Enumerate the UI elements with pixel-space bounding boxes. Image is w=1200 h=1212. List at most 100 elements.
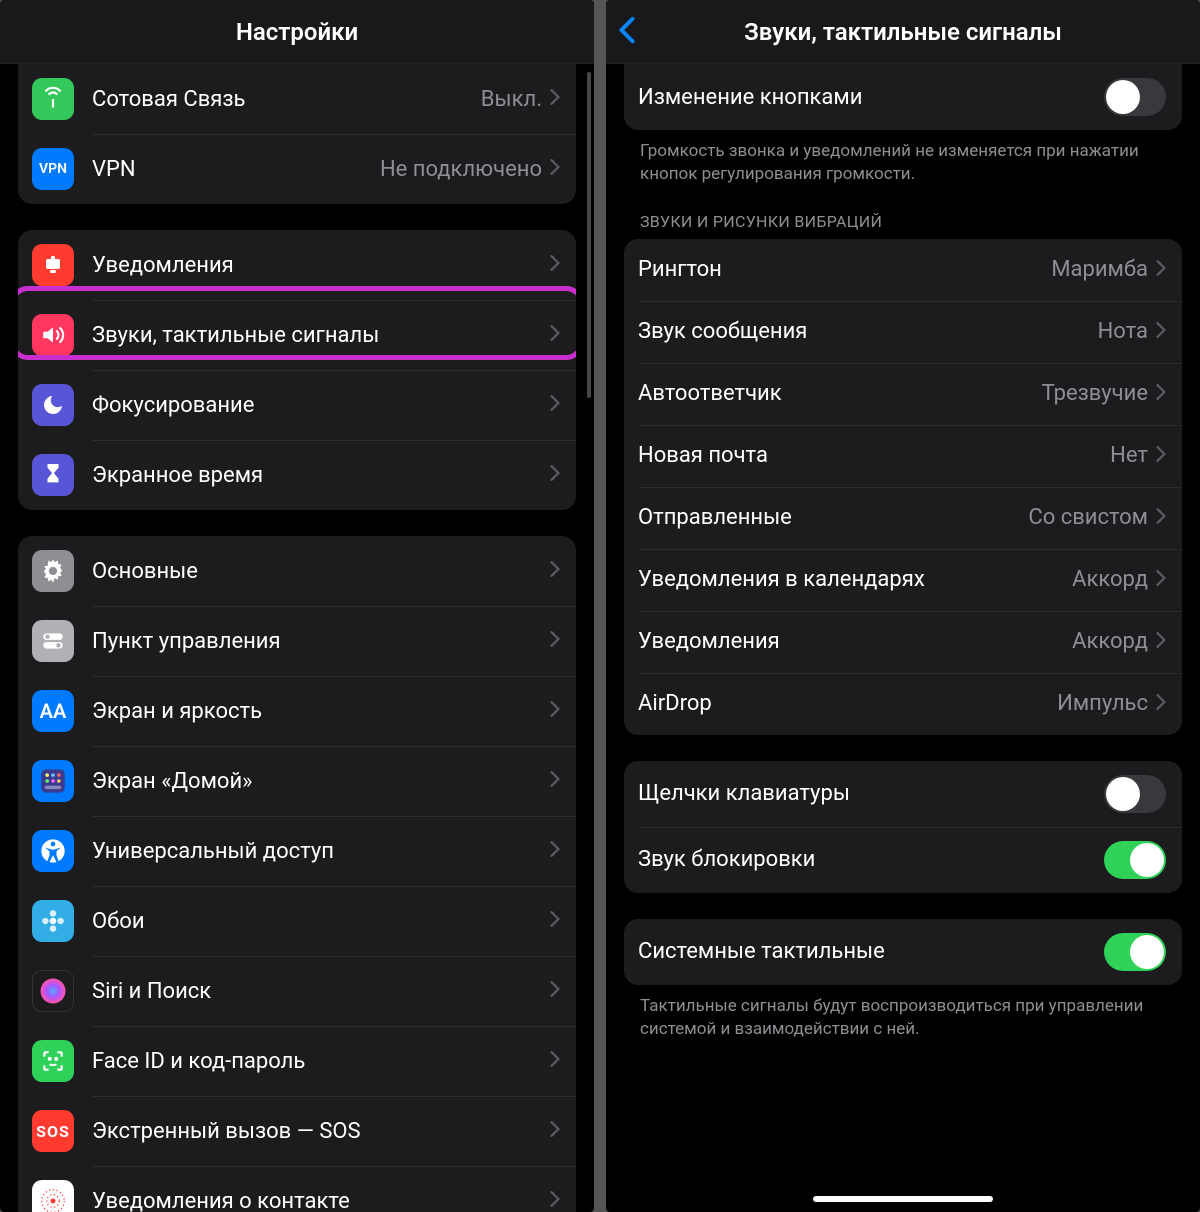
switch[interactable] xyxy=(1104,775,1166,813)
group-system-sounds: Щелчки клавиатуры Звук блокировки xyxy=(624,761,1182,893)
row-label: Отправленные xyxy=(638,505,1028,530)
sound-row[interactable]: РингтонМаримба xyxy=(624,239,1182,301)
scrollbar[interactable] xyxy=(587,72,591,398)
vpn-icon: VPN xyxy=(32,148,74,190)
toggle-row[interactable]: Звук блокировки xyxy=(624,827,1182,893)
switch[interactable] xyxy=(1104,841,1166,879)
sound-row[interactable]: Уведомления в календаряхАккорд xyxy=(624,549,1182,611)
row-label: Изменение кнопками xyxy=(638,85,1104,110)
settings-row[interactable]: Уведомления xyxy=(18,230,576,300)
chevron-right-icon xyxy=(550,255,560,275)
row-system-haptics[interactable]: Системные тактильные xyxy=(624,919,1182,985)
chevron-right-icon xyxy=(1156,384,1166,404)
chevron-right-icon xyxy=(1156,694,1166,714)
row-value: Аккорд xyxy=(1072,567,1148,592)
settings-row[interactable]: Уведомления о контакте xyxy=(18,1166,576,1212)
row-label: Звук сообщения xyxy=(638,319,1098,344)
contact-icon xyxy=(32,1180,74,1212)
row-label: Универсальный доступ xyxy=(92,839,550,864)
row-value: Маримба xyxy=(1051,257,1148,282)
chevron-right-icon xyxy=(550,981,560,1001)
row-label: Face ID и код-пароль xyxy=(92,1049,550,1074)
gear-icon xyxy=(32,550,74,592)
hourglass-icon xyxy=(32,454,74,496)
sounds-content[interactable]: Изменение кнопками Громкость звонка и ув… xyxy=(606,64,1200,1212)
settings-row[interactable]: Пункт управления xyxy=(18,606,576,676)
page-title: Настройки xyxy=(236,18,358,46)
chevron-right-icon xyxy=(550,561,560,581)
bell-icon xyxy=(32,244,74,286)
home-indicator[interactable] xyxy=(813,1196,993,1202)
settings-row[interactable]: Звуки, тактильные сигналы xyxy=(18,300,576,370)
sounds-screen: Звуки, тактильные сигналы Изменение кноп… xyxy=(606,0,1200,1212)
row-label: Звуки, тактильные сигналы xyxy=(92,323,550,348)
settings-row[interactable]: Универсальный доступ xyxy=(18,816,576,886)
settings-screen: Настройки Сотовая СвязьВыкл.VPNVPNНе под… xyxy=(0,0,594,1212)
settings-row[interactable]: SOS Экстренный вызов — SOS xyxy=(18,1096,576,1166)
toggle-row[interactable]: Щелчки клавиатуры xyxy=(624,761,1182,827)
settings-row[interactable]: Обои xyxy=(18,886,576,956)
chevron-right-icon xyxy=(550,771,560,791)
group-notifications: Уведомления Звуки, тактильные сигналы Фоку… xyxy=(18,230,576,510)
row-label: Новая почта xyxy=(638,443,1110,468)
sound-row[interactable]: Звук сообщенияНота xyxy=(624,301,1182,363)
sound-row[interactable]: Новая почтаНет xyxy=(624,425,1182,487)
settings-row[interactable]: Face ID и код-пароль xyxy=(18,1026,576,1096)
group-change-with-buttons: Изменение кнопками xyxy=(624,64,1182,130)
footer-change-with-buttons: Громкость звонка и уведомлений не изменя… xyxy=(640,140,1166,186)
speaker-icon xyxy=(32,314,74,356)
row-value: Со свистом xyxy=(1028,505,1148,530)
settings-row[interactable]: Сотовая СвязьВыкл. xyxy=(18,64,576,134)
row-label: Экстренный вызов — SOS xyxy=(92,1119,550,1144)
sound-row[interactable]: AirDropИмпульс xyxy=(624,673,1182,735)
group-haptics: Системные тактильные xyxy=(624,919,1182,985)
row-label: Фокусирование xyxy=(92,393,550,418)
settings-row[interactable]: Фокусирование xyxy=(18,370,576,440)
switch-change-with-buttons[interactable] xyxy=(1104,78,1166,116)
switch-system-haptics[interactable] xyxy=(1104,933,1166,971)
chevron-right-icon xyxy=(550,325,560,345)
chevron-right-icon xyxy=(550,1121,560,1141)
row-label: Уведомления в календарях xyxy=(638,567,1072,592)
faceid-icon xyxy=(32,1040,74,1082)
settings-row[interactable]: Экран «Домой» xyxy=(18,746,576,816)
chevron-right-icon xyxy=(1156,260,1166,280)
row-label: Экран «Домой» xyxy=(92,769,550,794)
settings-row[interactable]: Экранное время xyxy=(18,440,576,510)
chevron-right-icon xyxy=(1156,446,1166,466)
switches-icon xyxy=(32,620,74,662)
siri-icon xyxy=(32,970,74,1012)
row-label: AirDrop xyxy=(638,691,1057,716)
chevron-right-icon xyxy=(1156,632,1166,652)
sound-row[interactable]: АвтоответчикТрезвучие xyxy=(624,363,1182,425)
sound-row[interactable]: УведомленияАккорд xyxy=(624,611,1182,673)
row-label: Основные xyxy=(92,559,550,584)
row-change-with-buttons[interactable]: Изменение кнопками xyxy=(624,64,1182,130)
chevron-right-icon xyxy=(550,89,560,109)
settings-row[interactable]: VPNVPNНе подключено xyxy=(18,134,576,204)
chevron-right-icon xyxy=(550,1191,560,1211)
row-value: Нет xyxy=(1110,443,1148,468)
row-label: Уведомления xyxy=(92,253,550,278)
row-label: Siri и Поиск xyxy=(92,979,550,1004)
header: Звуки, тактильные сигналы xyxy=(606,0,1200,64)
chevron-right-icon xyxy=(550,159,560,179)
flower-icon xyxy=(32,900,74,942)
settings-row[interactable]: AAЭкран и яркость xyxy=(18,676,576,746)
section-header-sounds: ЗВУКИ И РИСУНКИ ВИБРАЦИЙ xyxy=(640,212,1166,231)
row-label: Экранное время xyxy=(92,463,550,488)
aa-icon: AA xyxy=(32,690,74,732)
settings-row[interactable]: Siri и Поиск xyxy=(18,956,576,1026)
row-label: Уведомления xyxy=(638,629,1072,654)
sound-row[interactable]: ОтправленныеСо свистом xyxy=(624,487,1182,549)
sos-icon: SOS xyxy=(32,1110,74,1152)
settings-content[interactable]: Сотовая СвязьВыкл.VPNVPNНе подключено Ув… xyxy=(0,64,594,1212)
row-value: Нота xyxy=(1098,319,1148,344)
chevron-right-icon xyxy=(1156,570,1166,590)
row-label: Щелчки клавиатуры xyxy=(638,781,1104,806)
chevron-right-icon xyxy=(1156,508,1166,528)
back-button[interactable] xyxy=(618,16,636,48)
chevron-right-icon xyxy=(1156,322,1166,342)
settings-row[interactable]: Основные xyxy=(18,536,576,606)
accessibility-icon xyxy=(32,830,74,872)
